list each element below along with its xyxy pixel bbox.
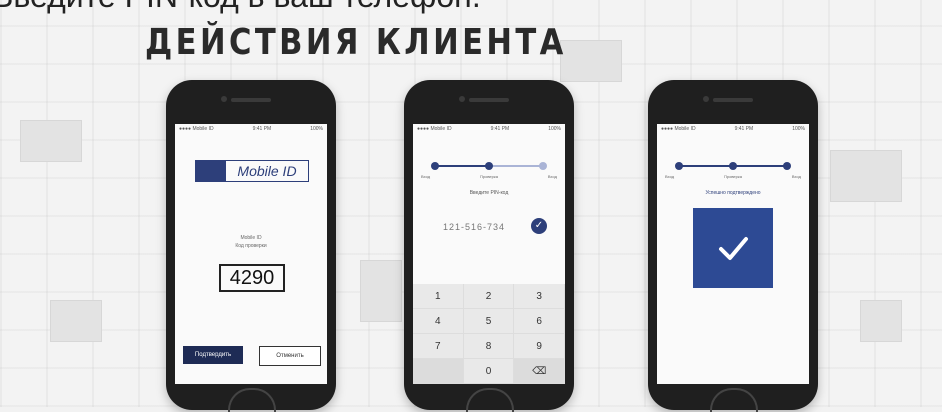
- key-6[interactable]: 6: [514, 309, 565, 334]
- success-check-box: [693, 208, 773, 288]
- stepper-line-done: [435, 165, 489, 167]
- step-dot: [539, 162, 547, 170]
- reject-button[interactable]: Отменить: [259, 346, 321, 366]
- status-bar: ●●●● Mobile ID 9:41 PM 100%: [175, 124, 327, 134]
- step-dot: [783, 162, 791, 170]
- speaker-icon: [469, 98, 509, 102]
- carrier-label: ●●●● Mobile ID: [179, 126, 214, 132]
- home-button[interactable]: [710, 388, 758, 412]
- key-7[interactable]: 7: [413, 334, 464, 359]
- phone-3: ●●●● Mobile ID 9:41 PM 100% Вход Проверк…: [648, 80, 818, 412]
- step-label: Вход: [665, 174, 675, 179]
- camera-icon: [221, 96, 227, 102]
- step-dot: [485, 162, 493, 170]
- battery-label: 100%: [792, 126, 805, 132]
- key-1[interactable]: 1: [413, 284, 464, 309]
- circuit-chip: [360, 260, 402, 322]
- pin-label: Введите PIN-код: [469, 190, 509, 196]
- battery-label: 100%: [310, 126, 323, 132]
- mobile-id-logo: Mobile ID: [195, 160, 309, 182]
- caption-line: Код проверки: [235, 243, 267, 249]
- verification-caption: Mobile ID Код проверки: [175, 234, 327, 250]
- logo-mark: [196, 161, 226, 181]
- key-empty: [413, 359, 464, 384]
- key-8[interactable]: 8: [463, 334, 515, 359]
- key-0[interactable]: 0: [463, 359, 515, 384]
- stepper-line-pending: [489, 165, 543, 167]
- step-label: Вход: [547, 174, 557, 179]
- circuit-chip: [560, 40, 622, 82]
- key-5[interactable]: 5: [463, 309, 515, 334]
- step-labels: Вход Проверка Вход: [665, 174, 801, 179]
- circuit-chip: [20, 120, 82, 162]
- status-bar: ●●●● Mobile ID 9:41 PM 100%: [657, 124, 809, 134]
- progress-stepper: [675, 162, 791, 170]
- speaker-icon: [713, 98, 753, 102]
- step-labels: Вход Проверка Вход: [421, 174, 557, 179]
- confirm-button[interactable]: Подтвердить: [183, 346, 243, 364]
- success-label: Успешно подтверждено: [705, 190, 761, 196]
- numeric-keypad: 1 2 3 4 5 6 7 8 9 0 ⌫: [413, 284, 565, 384]
- backspace-icon[interactable]: ⌫: [514, 359, 565, 384]
- logo-text: Mobile ID: [237, 163, 297, 179]
- top-caption: Введите PIN-код в ваш телефон.: [0, 0, 481, 15]
- step-dot: [675, 162, 683, 170]
- status-time: 9:41 PM: [490, 126, 510, 132]
- phone-2: ●●●● Mobile ID 9:41 PM 100% Вход Проверк…: [404, 80, 574, 412]
- step-label: Вход: [791, 174, 801, 179]
- step-dot: [431, 162, 439, 170]
- circuit-chip: [860, 300, 902, 342]
- speaker-icon: [231, 98, 271, 102]
- status-time: 9:41 PM: [734, 126, 754, 132]
- check-icon: [719, 237, 748, 260]
- key-4[interactable]: 4: [413, 309, 464, 334]
- carrier-label: ●●●● Mobile ID: [661, 126, 696, 132]
- key-3[interactable]: 3: [514, 284, 565, 309]
- key-2[interactable]: 2: [463, 284, 515, 309]
- step-label: Проверка: [724, 174, 742, 179]
- status-time: 9:41 PM: [252, 126, 272, 132]
- phone-3-screen: ●●●● Mobile ID 9:41 PM 100% Вход Проверк…: [657, 124, 809, 384]
- home-button[interactable]: [466, 388, 514, 412]
- page-heading: ДЕЙСТВИЯ КЛИЕНТА: [145, 22, 567, 63]
- circuit-chip: [50, 300, 102, 342]
- caption-line: Mobile ID: [240, 235, 262, 241]
- status-bar: ●●●● Mobile ID 9:41 PM 100%: [413, 124, 565, 134]
- progress-stepper: [431, 162, 547, 170]
- check-icon[interactable]: ✓: [531, 218, 547, 234]
- step-dot: [729, 162, 737, 170]
- step-label: Вход: [421, 174, 431, 179]
- camera-icon: [459, 96, 465, 102]
- phone-2-screen: ●●●● Mobile ID 9:41 PM 100% Вход Проверк…: [413, 124, 565, 384]
- verification-code: 4290: [219, 264, 285, 292]
- step-label: Проверка: [480, 174, 498, 179]
- phone-1-screen: ●●●● Mobile ID 9:41 PM 100% Mobile ID Mo…: [175, 124, 327, 384]
- key-9[interactable]: 9: [514, 334, 565, 359]
- battery-label: 100%: [548, 126, 561, 132]
- pin-input[interactable]: 121-516-734: [443, 222, 505, 232]
- carrier-label: ●●●● Mobile ID: [417, 126, 452, 132]
- home-button[interactable]: [228, 388, 276, 412]
- circuit-chip: [830, 150, 902, 202]
- camera-icon: [703, 96, 709, 102]
- phone-1: ●●●● Mobile ID 9:41 PM 100% Mobile ID Mo…: [166, 80, 336, 412]
